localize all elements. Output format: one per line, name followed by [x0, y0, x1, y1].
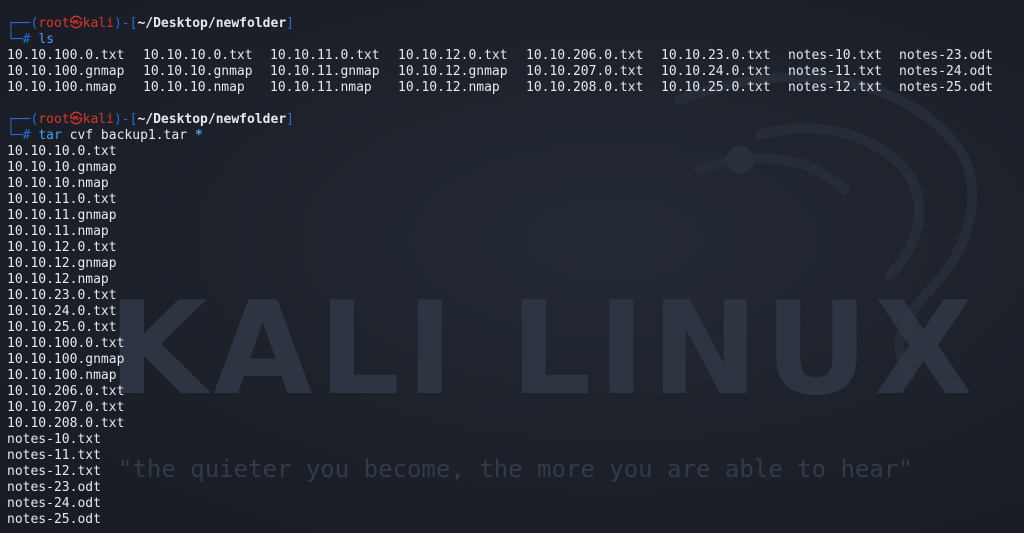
tar-entry: 10.10.11.0.txt	[7, 192, 117, 207]
ls-entry: 10.10.11.gnmap	[270, 64, 380, 79]
tar-entry: 10.10.10.0.txt	[7, 144, 117, 159]
tar-entry: 10.10.11.gnmap	[7, 208, 117, 223]
tar-entry: notes-24.odt	[7, 496, 101, 511]
tar-entry: 10.10.207.0.txt	[7, 400, 125, 415]
ls-output: 10.10.100.0.txt 10.10.10.0.txt 10.10.11.…	[7, 48, 1024, 96]
ls-entry: 10.10.24.0.txt	[661, 64, 771, 79]
ls-entry: 10.10.207.0.txt	[526, 64, 644, 79]
tar-entry: 10.10.25.0.txt	[7, 320, 117, 335]
tar-entry: notes-25.odt	[7, 512, 101, 527]
tar-entry: 10.10.206.0.txt	[7, 384, 125, 399]
ls-entry: 10.10.12.nmap	[398, 80, 500, 95]
ls-entry: 10.10.206.0.txt	[526, 48, 644, 63]
tar-entry: 10.10.12.nmap	[7, 272, 109, 287]
tar-entry: 10.10.23.0.txt	[7, 288, 117, 303]
tar-entry: 10.10.12.0.txt	[7, 240, 117, 255]
tar-entry: 10.10.100.gnmap	[7, 352, 125, 367]
tar-entry: 10.10.12.gnmap	[7, 256, 117, 271]
ls-entry: 10.10.10.nmap	[143, 80, 245, 95]
ls-entry: 10.10.208.0.txt	[526, 80, 644, 95]
tar-output: 10.10.10.0.txt 10.10.10.gnmap 10.10.10.n…	[7, 144, 1024, 528]
ls-entry: notes-11.txt	[788, 64, 882, 79]
prompt-line-top: ┌──(root㉿kali)-[~/Desktop/newfolder]	[7, 16, 294, 31]
prompt-line-command: └─# ls	[7, 32, 54, 47]
tar-entry: notes-10.txt	[7, 432, 101, 447]
ls-entry: 10.10.10.gnmap	[143, 64, 253, 79]
tar-entry: 10.10.208.0.txt	[7, 416, 125, 431]
tar-entry: 10.10.10.nmap	[7, 176, 109, 191]
ls-entry: 10.10.12.gnmap	[398, 64, 508, 79]
tar-entry: notes-11.txt	[7, 448, 101, 463]
skull-icon: ㉿	[69, 16, 83, 31]
tar-entry: 10.10.100.0.txt	[7, 336, 125, 351]
tar-entry: notes-23.odt	[7, 480, 101, 495]
ls-entry: notes-10.txt	[788, 48, 882, 63]
tar-entry: 10.10.11.nmap	[7, 224, 109, 239]
command-tar: tar	[38, 128, 62, 143]
tar-entry: 10.10.10.gnmap	[7, 160, 117, 175]
ls-entry: 10.10.100.gnmap	[7, 64, 125, 79]
ls-entry: 10.10.10.0.txt	[143, 48, 253, 63]
command-ls: ls	[38, 32, 54, 47]
prompt-line-top: ┌──(root㉿kali)-[~/Desktop/newfolder]	[7, 112, 294, 127]
tar-entry: 10.10.24.0.txt	[7, 304, 117, 319]
ls-entry: 10.10.100.0.txt	[7, 48, 125, 63]
prompt-path: ~/Desktop/newfolder	[137, 16, 287, 31]
ls-entry: 10.10.11.0.txt	[270, 48, 380, 63]
ls-entry: notes-23.odt	[899, 48, 993, 63]
terminal-window[interactable]: KALI LINUX "the quieter you become, the …	[0, 0, 1024, 533]
ls-entry: notes-25.odt	[899, 80, 993, 95]
tar-entry: 10.10.100.nmap	[7, 368, 117, 383]
prompt-path: ~/Desktop/newfolder	[137, 112, 287, 127]
tar-entry: notes-12.txt	[7, 464, 101, 479]
prompt-line-command: └─# tar cvf backup1.tar *	[7, 128, 203, 143]
ls-entry: 10.10.12.0.txt	[398, 48, 508, 63]
ls-entry: 10.10.11.nmap	[270, 80, 372, 95]
skull-icon: ㉿	[69, 112, 83, 127]
ls-entry: notes-12.txt	[788, 80, 882, 95]
terminal-output: ┌──(root㉿kali)-[~/Desktop/newfolder] └─#…	[7, 16, 1024, 528]
ls-entry: 10.10.25.0.txt	[661, 80, 771, 95]
ls-entry: 10.10.100.nmap	[7, 80, 117, 95]
ls-entry: notes-24.odt	[899, 64, 993, 79]
ls-entry: 10.10.23.0.txt	[661, 48, 771, 63]
